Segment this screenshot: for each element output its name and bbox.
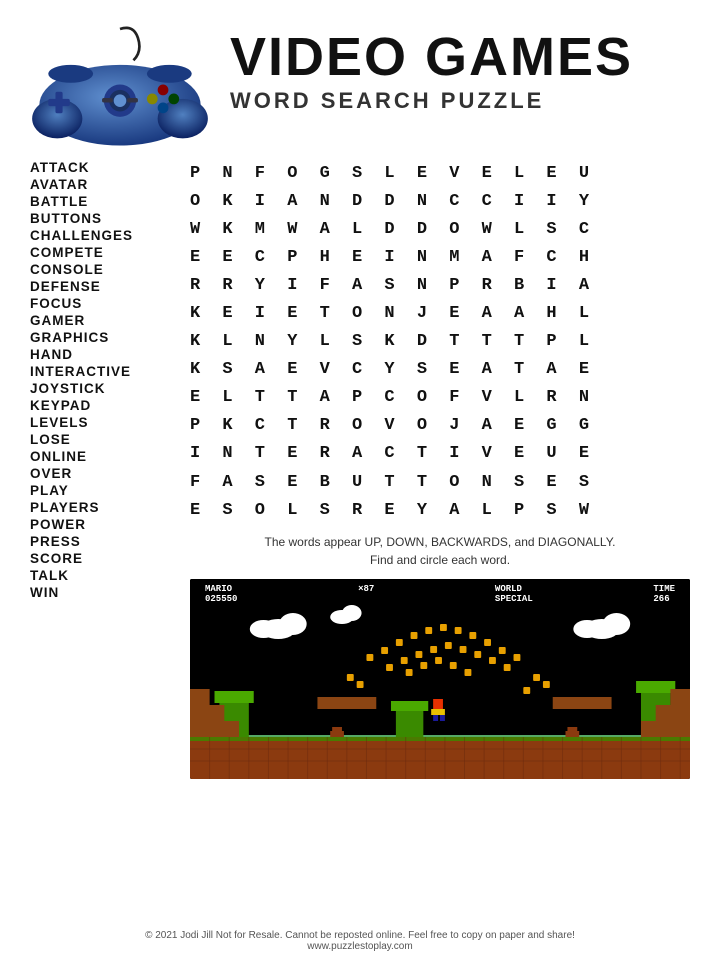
word-item: HAND [30, 347, 170, 362]
footer: © 2021 Jodi Jill Not for Resale. Cannot … [0, 930, 720, 952]
word-item: BUTTONS [30, 211, 170, 226]
header: VIDEO GAMES WORD SEARCH PUZZLE [30, 20, 690, 150]
word-item: TALK [30, 568, 170, 583]
word-item: PLAY [30, 483, 170, 498]
game-hud: MARIO 025550 ×87 WORLD SPECIAL TIME 266 [190, 584, 690, 604]
word-item: PRESS [30, 534, 170, 549]
word-item: DEFENSE [30, 279, 170, 294]
grid-row: K L N Y L S K D T T T P L [190, 328, 690, 356]
grid-row: P N F O G S L E V E L E U [190, 160, 690, 188]
word-item: CHALLENGES [30, 228, 170, 243]
game-scene: MARIO 025550 ×87 WORLD SPECIAL TIME 266 [190, 579, 690, 779]
word-item: GRAPHICS [30, 330, 170, 345]
coin-display: ×87 [358, 584, 374, 604]
controller-icon [30, 20, 210, 150]
grid-row: E S O L S R E Y A L P S W [190, 497, 690, 525]
puzzle-area: P N F O G S L E V E L E UO K I A N D D N… [190, 160, 690, 779]
word-item: FOCUS [30, 296, 170, 311]
word-item: OVER [30, 466, 170, 481]
world-display: WORLD SPECIAL [495, 584, 533, 604]
grid-row: K S A E V C Y S E A T A E [190, 356, 690, 384]
word-item: LOSE [30, 432, 170, 447]
grid-row: P K C T R O V O J A E G G [190, 412, 690, 440]
mario-score: MARIO 025550 [205, 584, 237, 604]
word-item: SCORE [30, 551, 170, 566]
main-title: VIDEO GAMES [230, 30, 633, 84]
time-display: TIME 266 [653, 584, 675, 604]
directions-text: The words appear UP, DOWN, BACKWARDS, an… [190, 533, 690, 569]
game-screenshot: MARIO 025550 ×87 WORLD SPECIAL TIME 266 [190, 579, 690, 779]
word-item: ONLINE [30, 449, 170, 464]
grid-row: R R Y I F A S N P R B I A [190, 272, 690, 300]
grid-row: O K I A N D D N C C I I Y [190, 188, 690, 216]
word-search-grid: P N F O G S L E V E L E UO K I A N D D N… [190, 160, 690, 525]
grid-row: K E I E T O N J E A A H L [190, 300, 690, 328]
word-item: COMPETE [30, 245, 170, 260]
grid-row: I N T E R A C T I V E U E [190, 440, 690, 468]
content-area: ATTACK AVATAR BATTLE BUTTONS CHALLENGES COMPE… [30, 160, 690, 779]
sub-title: WORD SEARCH PUZZLE [230, 88, 633, 114]
grid-row: W K M W A L D D O W L S C [190, 216, 690, 244]
word-list: ATTACK AVATAR BATTLE BUTTONS CHALLENGES COMPE… [30, 160, 170, 779]
word-item: INTERACTIVE [30, 364, 170, 379]
game-svg [190, 579, 690, 779]
word-item: BATTLE [30, 194, 170, 209]
word-item: JOYSTICK [30, 381, 170, 396]
word-item: GAMER [30, 313, 170, 328]
grid-row: F A S E B U T T O N S E S [190, 469, 690, 497]
word-item: PLAYERS [30, 500, 170, 515]
word-item: WIN [30, 585, 170, 600]
word-item: LEVELS [30, 415, 170, 430]
grid-row: E L T T A P C O F V L R N [190, 384, 690, 412]
title-block: VIDEO GAMES WORD SEARCH PUZZLE [230, 20, 633, 114]
word-item: KEYPAD [30, 398, 170, 413]
word-item: AVATAR [30, 177, 170, 192]
word-item: ATTACK [30, 160, 170, 175]
word-item: CONSOLE [30, 262, 170, 277]
grid-row: E E C P H E I N M A F C H [190, 244, 690, 272]
word-item: POWER [30, 517, 170, 532]
